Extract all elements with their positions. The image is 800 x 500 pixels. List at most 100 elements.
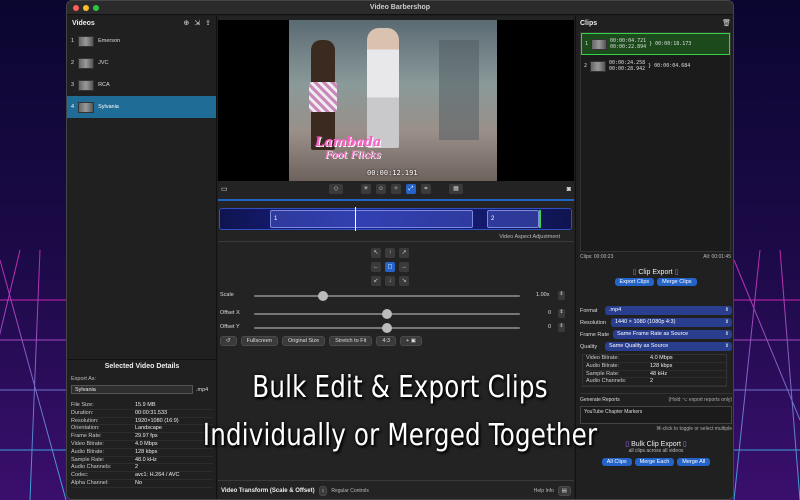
- bulk-merge-all-button[interactable]: Merge All: [677, 458, 711, 467]
- offset-x-stepper[interactable]: ⇕: [558, 309, 565, 318]
- original-size-button[interactable]: Original Size: [281, 336, 326, 346]
- transform-buttons: ↺ Fullscreen Original Size Stretch to Fi…: [220, 336, 422, 346]
- nudge-down-left-icon[interactable]: ↙: [371, 276, 381, 286]
- export-info-value: 4.0 Mbps: [650, 355, 673, 361]
- video-list: 1 Emerson 2 JVC 3 RCA 4 Sylvania: [67, 30, 216, 118]
- video-number: 2: [71, 60, 75, 66]
- transform-footer-title: Video Transform (Scale & Offset): [221, 488, 315, 494]
- offset-y-slider-knob[interactable]: [382, 323, 392, 333]
- overlay-title: Lambada: [315, 135, 382, 150]
- detail-key: Codec:: [71, 472, 89, 479]
- offset-x-slider[interactable]: [254, 309, 520, 319]
- title-bar: Video Barbershop: [67, 1, 733, 15]
- help-info-icon[interactable]: ▤: [557, 486, 571, 496]
- frame-rate-select[interactable]: Same Frame Rate as Source: [613, 330, 732, 339]
- brightness-icon[interactable]: ☀: [361, 184, 371, 194]
- scale-slider[interactable]: [254, 291, 520, 301]
- video-list-item[interactable]: 2 JVC: [67, 52, 216, 74]
- offset-y-slider[interactable]: [254, 323, 520, 333]
- video-thumbnail: [78, 57, 95, 69]
- video-player[interactable]: Lambada Foot Flicks 00:00:12.191: [218, 20, 574, 181]
- add-preset-icon[interactable]: + ▣: [400, 336, 422, 346]
- video-name: JVC: [98, 60, 109, 66]
- frame-rate-label: Frame Rate: [580, 331, 610, 338]
- clip-timeline[interactable]: 1 2: [219, 207, 572, 231]
- offset-x-slider-knob[interactable]: [382, 309, 392, 319]
- timeline-segment-1[interactable]: 1: [270, 210, 473, 228]
- detail-row: Alpha Channel: No: [71, 480, 213, 488]
- face-icon[interactable]: ☺: [376, 184, 386, 194]
- camera-icon[interactable]: ◙: [567, 186, 571, 193]
- aspect-adjust-icon[interactable]: ⤢: [406, 184, 416, 194]
- merge-clips-button[interactable]: Merge Clips: [657, 278, 697, 286]
- nudge-up-icon[interactable]: ↑: [385, 248, 395, 258]
- scale-stepper[interactable]: ⇕: [558, 291, 565, 300]
- detail-value: 48.0 kHz: [135, 456, 157, 463]
- export-info-value: 128 kbps: [650, 362, 673, 369]
- format-select[interactable]: .mp4: [605, 306, 732, 315]
- format-label: Format: [580, 307, 598, 314]
- nudge-up-right-icon[interactable]: ↗: [399, 248, 409, 258]
- fullscreen-button[interactable]: Fullscreen: [240, 336, 278, 346]
- export-clips-button[interactable]: Export Clips: [614, 278, 655, 286]
- close-button[interactable]: [73, 5, 79, 11]
- folder-icon[interactable]: ▭: [221, 185, 228, 193]
- detail-key: Alpha Channel:: [71, 479, 109, 486]
- video-list-item[interactable]: 4 Sylvania: [67, 96, 216, 118]
- clip-list-item[interactable]: 2 00:00:24.258 00:00:28.942} 00:00:04.684: [581, 55, 730, 77]
- clips-title: Clips: [580, 19, 598, 27]
- resolution-select[interactable]: 1440 × 1080 (1080p 4:3): [611, 318, 732, 327]
- timeline-segment-2[interactable]: 2: [487, 210, 539, 228]
- offset-dpad: ↖ ↑ ↗ ← ◻ → ↙ ↓ ↘: [371, 248, 409, 286]
- brace-icon: }: [648, 63, 652, 69]
- nudge-down-right-icon[interactable]: ↘: [399, 276, 409, 286]
- quality-select[interactable]: Same Quality as Source: [605, 342, 732, 351]
- nudge-left-icon[interactable]: ←: [371, 262, 381, 272]
- trash-icon[interactable]: 🗑: [722, 19, 731, 27]
- nudge-up-left-icon[interactable]: ↖: [371, 248, 381, 258]
- clip-duration: 00:00:18.173: [655, 41, 692, 47]
- video-name: Emerson: [98, 38, 121, 44]
- detail-value: 2: [135, 464, 139, 471]
- offset-x-value: 0: [548, 310, 552, 316]
- scrubber-track[interactable]: [218, 199, 574, 201]
- share-icon[interactable]: ⇪: [205, 19, 211, 27]
- video-thumbnail: [78, 79, 95, 91]
- film-icon[interactable]: ▦: [449, 184, 463, 194]
- regular-controls-icon[interactable]: ↕: [318, 486, 328, 496]
- scale-slider-knob[interactable]: [318, 291, 328, 301]
- bulk-all-clips-button[interactable]: All Clips: [601, 458, 632, 467]
- minimize-button[interactable]: [83, 5, 89, 11]
- bulk-merge-each-button[interactable]: Merge Each: [634, 458, 675, 467]
- video-thumbnail: [78, 101, 95, 113]
- report-item-chapters[interactable]: YouTube Chapter Markers: [584, 409, 642, 415]
- detail-key: Duration:: [71, 409, 94, 416]
- zoom-button[interactable]: [93, 5, 99, 11]
- caption-line-2: Individually or Merged Together: [202, 418, 598, 453]
- reset-icon[interactable]: ↺: [220, 336, 237, 346]
- offset-y-stepper[interactable]: ⇕: [558, 323, 565, 332]
- import-icon[interactable]: ⇲: [194, 19, 200, 27]
- video-list-item[interactable]: 1 Emerson: [67, 30, 216, 52]
- stretch-to-fit-button[interactable]: Stretch to Fit: [329, 336, 373, 346]
- nudge-down-icon[interactable]: ↓: [385, 276, 395, 286]
- video-number: 3: [71, 82, 75, 88]
- brace-icon: }: [649, 41, 653, 47]
- overlay-subtitle: Foot Flicks: [325, 150, 381, 161]
- clips-duration: Clips: 00:00:23: [580, 254, 614, 260]
- add-video-icon[interactable]: ⊕: [183, 19, 189, 27]
- nudge-right-icon[interactable]: →: [399, 262, 409, 272]
- detail-row: Audio Channels: 2: [71, 464, 213, 473]
- aspect-43-button[interactable]: 4:3: [376, 336, 397, 346]
- playhead[interactable]: [355, 207, 356, 231]
- detail-key: Sample Rate:: [71, 456, 105, 463]
- video-thumbnail: [78, 35, 95, 47]
- help-info-label: Help Info: [533, 488, 554, 494]
- clip-list-item[interactable]: 1 00:00:04.721 00:00:22.894} 00:00:18.173: [581, 33, 730, 55]
- center-icon[interactable]: ◻: [385, 262, 395, 272]
- tag-icon[interactable]: ◇: [329, 184, 343, 194]
- video-list-item[interactable]: 3 RCA: [67, 74, 216, 96]
- crop-icon[interactable]: ⌗: [421, 184, 431, 194]
- magic-wand-icon[interactable]: ✧: [391, 184, 401, 194]
- export-info-key: Audio Bitrate:: [586, 362, 620, 369]
